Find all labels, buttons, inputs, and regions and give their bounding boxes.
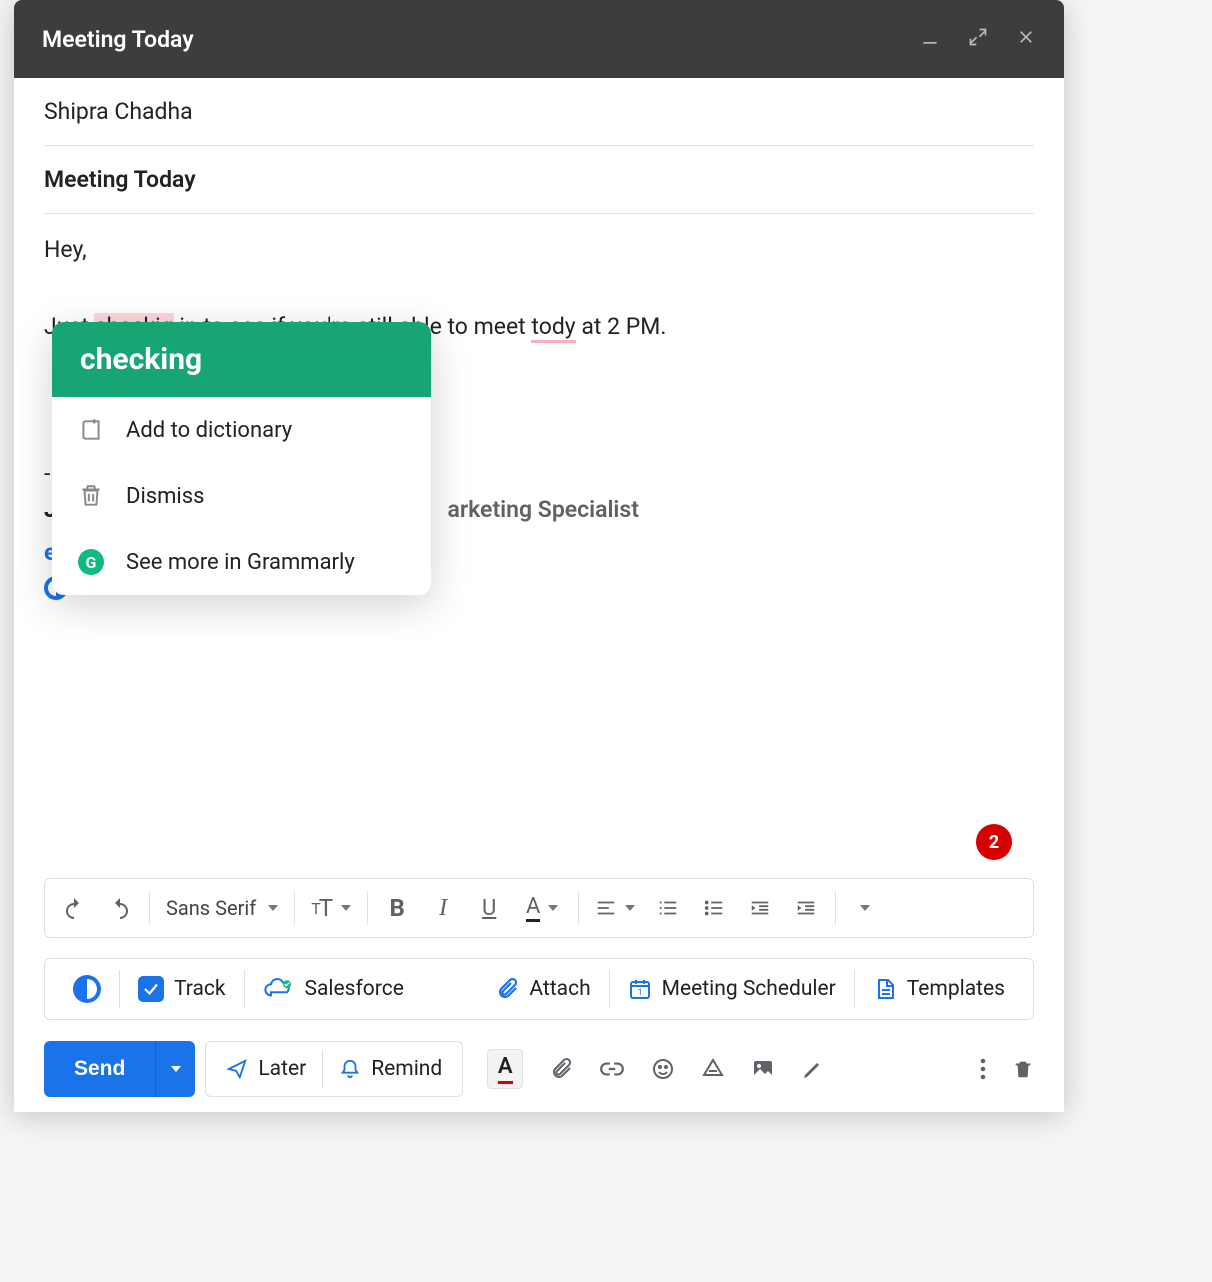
checkbox-checked-icon xyxy=(138,976,164,1002)
recipient-field[interactable]: Shipra Chadha xyxy=(44,78,1034,146)
send-icon xyxy=(226,1058,248,1080)
meeting-scheduler-button[interactable]: 1Meeting Scheduler xyxy=(610,969,854,1009)
yesware-icon xyxy=(73,975,101,1003)
send-button[interactable]: Send xyxy=(44,1041,155,1097)
grammarly-suggestion-popup: checking Add to dictionary Dismiss G See… xyxy=(52,322,431,595)
window-title: Meeting Today xyxy=(42,26,194,53)
underline-button[interactable]: U xyxy=(466,885,512,931)
cloud-icon xyxy=(263,977,295,1001)
dismiss-item[interactable]: Dismiss xyxy=(52,463,431,529)
titlebar: Meeting Today xyxy=(14,0,1064,78)
font-size-button[interactable]: TT xyxy=(301,885,361,931)
integration-toolbar: Track Salesforce Attach 1Meeting Schedul… xyxy=(44,958,1034,1020)
dictionary-icon xyxy=(78,417,104,443)
bold-button[interactable]: B xyxy=(374,885,420,931)
italic-button[interactable]: I xyxy=(420,885,466,931)
attachment-icon[interactable] xyxy=(549,1057,573,1081)
send-later-button[interactable]: Later xyxy=(210,1057,322,1081)
trash-icon xyxy=(78,483,104,509)
redo-button[interactable] xyxy=(97,885,143,931)
link-icon[interactable] xyxy=(599,1056,625,1082)
chevron-down-icon xyxy=(171,1066,181,1072)
add-to-dictionary-item[interactable]: Add to dictionary xyxy=(52,397,431,463)
chevron-down-icon xyxy=(268,905,278,911)
body-greeting: Hey, xyxy=(44,232,1034,269)
chevron-down-icon xyxy=(341,905,351,911)
templates-button[interactable]: Templates xyxy=(855,969,1023,1009)
document-icon xyxy=(873,977,897,1001)
minimize-icon[interactable] xyxy=(920,27,940,51)
chevron-down-icon xyxy=(548,905,558,911)
emoji-icon[interactable] xyxy=(651,1057,675,1081)
see-more-grammarly-item[interactable]: G See more in Grammarly xyxy=(52,529,431,595)
bullet-list-button[interactable] xyxy=(691,885,737,931)
outdent-button[interactable] xyxy=(737,885,783,931)
calendar-icon: 1 xyxy=(628,977,652,1001)
expand-icon[interactable] xyxy=(968,27,988,51)
trash-icon[interactable] xyxy=(1012,1057,1034,1081)
undo-button[interactable] xyxy=(51,885,97,931)
remind-button[interactable]: Remind xyxy=(323,1057,458,1081)
yesware-logo-button[interactable] xyxy=(55,969,119,1009)
grammarly-error-badge[interactable]: 2 xyxy=(976,824,1012,860)
numbered-list-button[interactable] xyxy=(645,885,691,931)
align-button[interactable] xyxy=(585,885,645,931)
close-icon[interactable] xyxy=(1016,27,1036,51)
indent-button[interactable] xyxy=(783,885,829,931)
misspelled-word-2[interactable]: tody xyxy=(531,313,575,343)
salesforce-button[interactable]: Salesforce xyxy=(245,969,422,1009)
paperclip-icon xyxy=(495,977,519,1001)
bell-icon xyxy=(339,1058,361,1080)
pen-icon[interactable] xyxy=(801,1057,825,1081)
chevron-down-icon xyxy=(625,905,635,911)
attach-button[interactable]: Attach xyxy=(477,969,608,1009)
image-icon[interactable] xyxy=(751,1057,775,1081)
track-toggle[interactable]: Track xyxy=(120,969,244,1009)
svg-text:1: 1 xyxy=(637,988,642,998)
more-formatting-button[interactable] xyxy=(842,885,888,931)
chevron-down-icon xyxy=(860,905,870,911)
grammarly-suggestion[interactable]: checking xyxy=(52,322,431,397)
grammarly-icon: G xyxy=(78,549,104,575)
format-toolbar: Sans Serif TT B I U A xyxy=(44,878,1034,938)
font-family-dropdown[interactable]: Sans Serif xyxy=(156,896,288,920)
more-options-icon[interactable] xyxy=(980,1057,986,1081)
drive-icon[interactable] xyxy=(701,1057,725,1081)
send-toolbar: Send Later Remind A xyxy=(44,1038,1034,1100)
subject-field[interactable]: Meeting Today xyxy=(44,146,1034,214)
formatting-toggle-button[interactable]: A xyxy=(487,1049,523,1089)
send-options-dropdown[interactable] xyxy=(155,1041,195,1097)
text-color-button[interactable]: A xyxy=(512,885,572,931)
